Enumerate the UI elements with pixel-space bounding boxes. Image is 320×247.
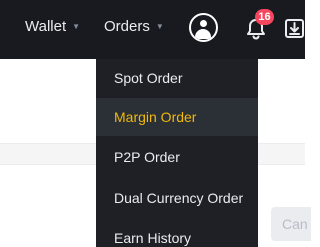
user-icon[interactable] — [189, 13, 218, 42]
nav-wallet[interactable]: Wallet ▼ — [25, 18, 80, 35]
notification-badge: 16 — [255, 9, 274, 25]
download-icon[interactable] — [284, 17, 305, 39]
top-navigation-bar: Wallet ▼ Orders ▼ 16 — [0, 0, 305, 59]
menu-item-p2p-order[interactable]: P2P Order — [96, 138, 258, 176]
chevron-down-icon: ▼ — [72, 21, 81, 31]
nav-orders-label: Orders — [104, 18, 150, 35]
cancel-button[interactable]: Can — [271, 207, 311, 241]
menu-item-spot-order[interactable]: Spot Order — [96, 59, 258, 97]
nav-wallet-label: Wallet — [25, 18, 67, 35]
menu-item-margin-order[interactable]: Margin Order — [96, 98, 258, 136]
menu-item-dual-currency-order[interactable]: Dual Currency Order — [96, 179, 258, 217]
nav-orders[interactable]: Orders ▼ — [104, 18, 164, 35]
chevron-down-icon: ▼ — [155, 21, 164, 31]
menu-item-earn-history[interactable]: Earn History — [96, 219, 258, 247]
orders-dropdown-menu: Spot Order Margin Order P2P Order Dual C… — [96, 59, 258, 247]
